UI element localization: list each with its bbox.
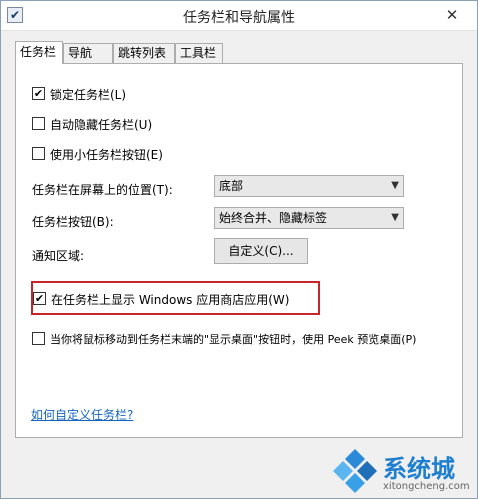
watermark: 系统城 xitongcheng.com xyxy=(331,447,477,497)
brand-url: xitongcheng.com xyxy=(383,481,470,492)
title-bar: ✔ 任务栏和导航属性 ✕ xyxy=(1,1,477,31)
chevron-down-icon: ▼ xyxy=(391,180,399,191)
buttons-label: 任务栏按钮(B): xyxy=(32,215,114,229)
position-value: 底部 xyxy=(219,179,244,193)
brand-name: 系统城 xyxy=(383,455,455,483)
tab-navigation[interactable]: 导航 xyxy=(63,43,113,63)
customize-button[interactable]: 自定义(C)... xyxy=(214,238,308,264)
small-buttons-label: 使用小任务栏按钮(E) xyxy=(50,148,163,162)
notification-area-label: 通知区域: xyxy=(32,249,85,263)
tab-toolbars[interactable]: 工具栏 xyxy=(175,43,223,63)
auto-hide-label: 自动隐藏任务栏(U) xyxy=(50,118,153,132)
window-title: 任务栏和导航属性 xyxy=(183,10,295,26)
tab-jump-lists[interactable]: 跳转列表 xyxy=(113,43,175,63)
show-store-apps-checkbox[interactable]: ✔ xyxy=(33,292,46,305)
peek-checkbox[interactable] xyxy=(32,332,45,345)
position-dropdown[interactable]: 底部 ▼ xyxy=(214,175,404,197)
help-link[interactable]: 如何自定义任务栏? xyxy=(31,406,133,423)
chevron-down-icon: ▼ xyxy=(391,212,399,223)
brand-logo-icon xyxy=(333,449,377,493)
lock-taskbar-checkbox[interactable]: ✔ xyxy=(32,87,45,100)
auto-hide-checkbox[interactable] xyxy=(32,117,45,130)
buttons-dropdown[interactable]: 始终合并、隐藏标签 ▼ xyxy=(214,207,404,229)
show-store-apps-label: 在任务栏上显示 Windows 应用商店应用(W) xyxy=(51,293,290,307)
position-label: 任务栏在屏幕上的位置(T): xyxy=(32,183,173,197)
lock-taskbar-label: 锁定任务栏(L) xyxy=(50,88,127,102)
taskbar-properties-window: ✔ 任务栏和导航属性 ✕ 任务栏 导航 跳转列表 工具栏 ✔ 锁定任务栏(L) … xyxy=(0,0,478,499)
tab-taskbar[interactable]: 任务栏 xyxy=(15,41,63,64)
buttons-value: 始终合并、隐藏标签 xyxy=(219,211,328,225)
taskbar-tab-panel: ✔ 锁定任务栏(L) 自动隐藏任务栏(U) 使用小任务栏按钮(E) 任务栏在屏幕… xyxy=(15,63,463,438)
close-button[interactable]: ✕ xyxy=(437,5,467,25)
small-buttons-checkbox[interactable] xyxy=(32,147,45,160)
peek-label: 当你将鼠标移动到任务栏末端的"显示桌面"按钮时，使用 Peek 预览桌面(P) xyxy=(50,333,417,346)
